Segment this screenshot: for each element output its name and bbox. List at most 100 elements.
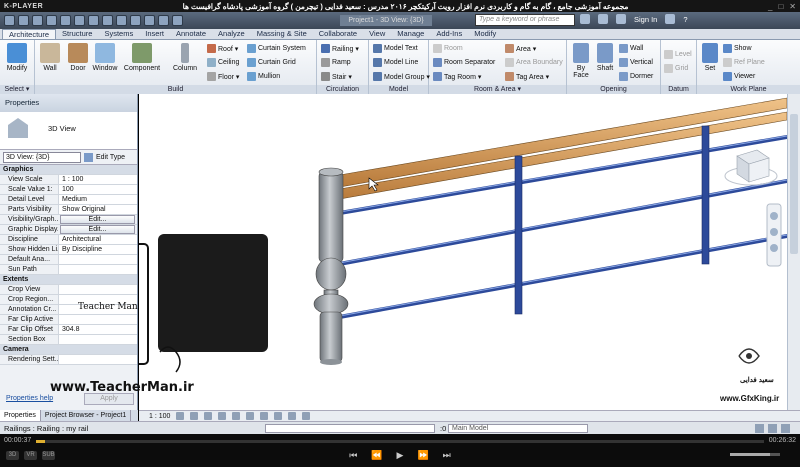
tab-project-browser[interactable]: Project Browser - Project1 — [41, 410, 132, 421]
sign-in-button[interactable]: Sign In — [634, 15, 657, 24]
view-scale[interactable]: 1 : 100 — [149, 413, 170, 420]
mullion-button[interactable]: Mullion — [247, 72, 280, 81]
sun-path-icon[interactable] — [204, 412, 213, 420]
area-button[interactable]: Area ▾ — [505, 44, 536, 53]
property-value[interactable]: 100 — [58, 185, 137, 194]
tab-properties[interactable]: Properties — [0, 410, 41, 421]
tab-add-ins[interactable]: Add-Ins — [430, 29, 468, 39]
previous-button[interactable]: ⏮ — [349, 450, 357, 461]
render-icon[interactable] — [232, 412, 241, 420]
show-button[interactable]: Show — [723, 44, 752, 53]
modify-button[interactable]: Modify — [2, 43, 32, 72]
ramp-button[interactable]: Ramp — [321, 58, 351, 67]
tag-room-button[interactable]: Tag Room ▾ — [433, 72, 481, 81]
seek-bar[interactable] — [36, 440, 764, 443]
filter-icon[interactable] — [781, 424, 790, 433]
vertical-button[interactable]: Vertical — [619, 58, 653, 67]
visual-style-icon[interactable] — [190, 412, 199, 420]
component-button[interactable]: Component — [120, 43, 164, 72]
workset-field[interactable] — [265, 424, 435, 433]
close-button[interactable]: ✕ — [789, 2, 796, 11]
print-icon[interactable] — [74, 15, 85, 26]
temporary-hide-icon[interactable] — [288, 412, 297, 420]
navigation-bar[interactable] — [766, 203, 782, 267]
shadows-icon[interactable] — [218, 412, 227, 420]
play-button[interactable]: ▶ — [397, 450, 404, 461]
binoculars-icon[interactable] — [580, 14, 590, 24]
forward-button[interactable]: ⏩ — [417, 450, 428, 461]
thin-lines-icon[interactable] — [144, 15, 155, 26]
shaft-button[interactable]: Shaft — [593, 43, 617, 72]
viewer-button[interactable]: Viewer — [723, 72, 755, 81]
door-button[interactable]: Door — [63, 43, 93, 72]
stair-button[interactable]: Stair ▾ — [321, 72, 352, 81]
show-crop-icon[interactable] — [260, 412, 269, 420]
close-hidden-icon[interactable] — [158, 15, 169, 26]
curtain-system-button[interactable]: Curtain System — [247, 44, 306, 53]
window-button[interactable]: Window — [90, 43, 120, 72]
property-value[interactable] — [58, 255, 137, 264]
view-instance-selector[interactable]: 3D View: {3D} — [3, 151, 81, 163]
property-value[interactable]: Medium — [58, 195, 137, 204]
detail-level-icon[interactable] — [176, 412, 185, 420]
property-group[interactable]: Graphics — [0, 165, 137, 175]
next-button[interactable]: ⏭ — [443, 450, 451, 461]
ref-plane-button[interactable]: Ref Plane — [723, 58, 765, 67]
measure-icon[interactable] — [88, 15, 99, 26]
panel-label-room-area[interactable]: Room & Area ▾ — [429, 85, 566, 94]
curtain-grid-button[interactable]: Curtain Grid — [247, 58, 296, 67]
tab-architecture[interactable]: Architecture — [2, 29, 57, 39]
property-value[interactable]: Architectural — [58, 235, 137, 244]
properties-help-link[interactable]: Properties help — [6, 395, 53, 402]
undo-icon[interactable] — [46, 15, 57, 26]
text-icon[interactable] — [102, 15, 113, 26]
handrail[interactable] — [333, 111, 788, 201]
property-value[interactable]: Show Original — [58, 205, 137, 214]
newel-post[interactable] — [313, 167, 349, 365]
property-value[interactable]: By Discipline — [58, 245, 137, 254]
tab-structure[interactable]: Structure — [56, 29, 98, 39]
save-icon[interactable] — [32, 15, 43, 26]
switch-windows-icon[interactable] — [172, 15, 183, 26]
wall-opening-button[interactable]: Wall — [619, 44, 643, 53]
property-group[interactable]: Camera — [0, 345, 137, 355]
panel-label-select[interactable]: Select ▾ — [0, 85, 34, 94]
redo-icon[interactable] — [60, 15, 71, 26]
wall-button[interactable]: Wall — [35, 43, 65, 72]
tab-view[interactable]: View — [363, 29, 391, 39]
model-line-button[interactable]: Model Line — [373, 58, 418, 67]
tab-analyze[interactable]: Analyze — [212, 29, 251, 39]
tab-collaborate[interactable]: Collaborate — [313, 29, 363, 39]
level-button[interactable]: Level — [664, 50, 692, 59]
property-value[interactable] — [58, 355, 137, 364]
maximize-button[interactable]: □ — [778, 2, 783, 11]
roof-button[interactable]: Roof ▾ — [207, 44, 238, 53]
property-value[interactable] — [58, 335, 137, 344]
select-pinned-icon[interactable] — [768, 424, 777, 433]
model-group-button[interactable]: Model Group ▾ — [373, 72, 430, 81]
by-face-button[interactable]: By Face — [569, 43, 593, 79]
design-option-selector[interactable]: Main Model — [448, 424, 588, 433]
floor-button[interactable]: Floor ▾ — [207, 72, 239, 81]
type-selector[interactable]: 3D View — [0, 112, 137, 150]
crop-icon[interactable] — [246, 412, 255, 420]
tab-annotate[interactable]: Annotate — [170, 29, 212, 39]
property-value[interactable]: 304.8 — [58, 325, 137, 334]
open-icon[interactable] — [18, 15, 29, 26]
3d-view-canvas[interactable] — [45, 94, 789, 410]
railing-button[interactable]: Railing ▾ — [321, 44, 359, 53]
tab-modify[interactable]: Modify — [468, 29, 502, 39]
set-button[interactable]: Set — [699, 43, 721, 72]
room-separator-button[interactable]: Room Separator — [433, 58, 495, 67]
exchange-icon[interactable] — [665, 14, 676, 24]
room-button[interactable]: Room — [433, 44, 463, 53]
property-value[interactable] — [58, 265, 137, 274]
section-icon[interactable] — [130, 15, 141, 26]
tab-manage[interactable]: Manage — [391, 29, 430, 39]
view-cube[interactable] — [724, 149, 778, 186]
edit-button[interactable]: Edit... — [60, 215, 135, 224]
ceiling-button[interactable]: Ceiling — [207, 58, 239, 67]
tab-systems[interactable]: Systems — [98, 29, 139, 39]
property-value[interactable]: 1 : 100 — [58, 175, 137, 184]
property-value[interactable] — [58, 285, 137, 294]
